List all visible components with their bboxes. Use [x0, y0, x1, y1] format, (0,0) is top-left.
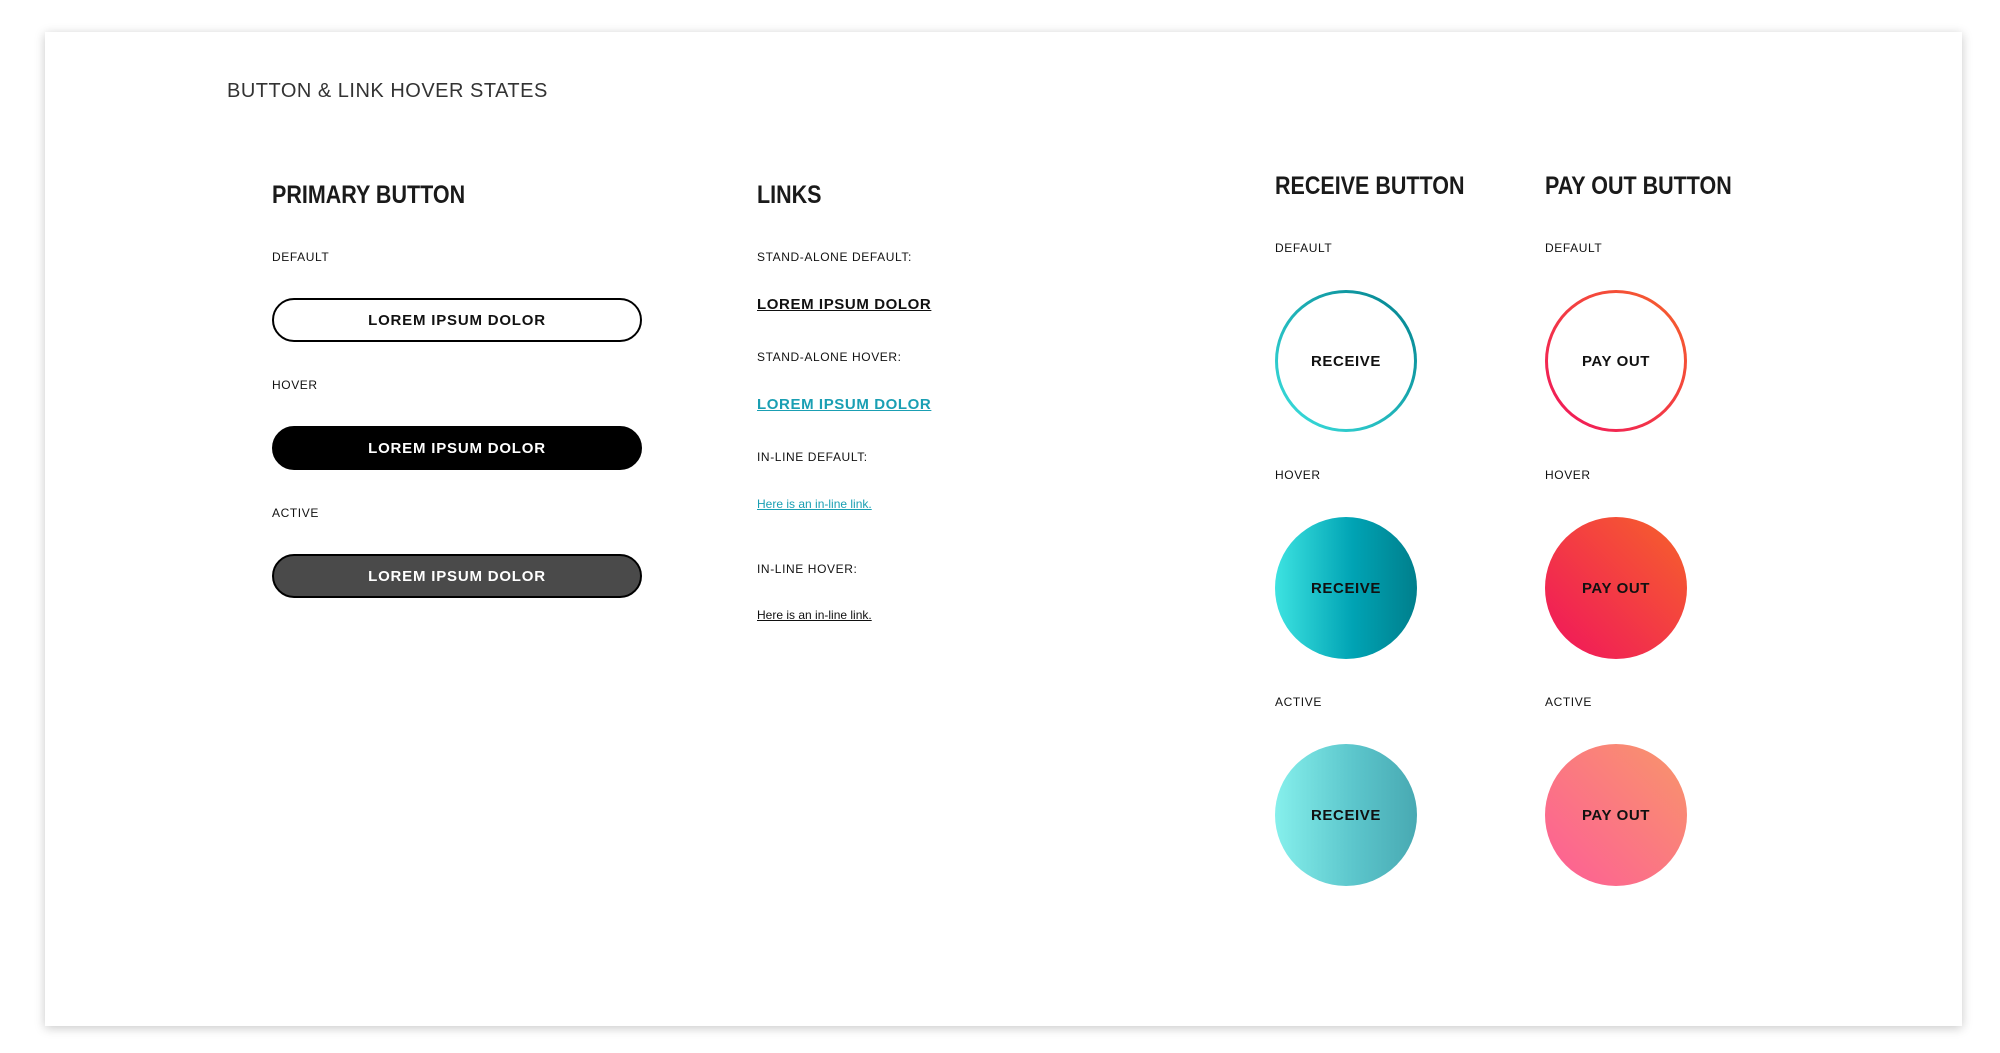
standalone-link-hover[interactable]: LOREM IPSUM DOLOR — [757, 396, 931, 413]
payout-hover-label: HOVER — [1545, 468, 1591, 482]
primary-active-label: ACTIVE — [272, 506, 319, 520]
primary-button-title: PRIMARY BUTTON — [272, 181, 466, 209]
receive-button-default[interactable]: RECEIVE — [1275, 290, 1417, 432]
page-title: BUTTON & LINK HOVER STATES — [227, 80, 548, 102]
receive-active-label: ACTIVE — [1275, 695, 1322, 709]
standalone-link-default[interactable]: LOREM IPSUM DOLOR — [757, 296, 931, 313]
links-title: LINKS — [757, 181, 822, 209]
inline-link-hover[interactable]: Here is an in-line link. — [757, 608, 872, 622]
receive-button-title: RECEIVE BUTTON — [1275, 172, 1465, 200]
primary-hover-label: HOVER — [272, 378, 318, 392]
payout-default-label: DEFAULT — [1545, 241, 1603, 255]
inline-hover-label: IN-LINE HOVER: — [757, 562, 858, 576]
receive-default-label: DEFAULT — [1275, 241, 1333, 255]
receive-button-hover[interactable]: RECEIVE — [1275, 517, 1417, 659]
primary-button-default[interactable]: LOREM IPSUM DOLOR — [272, 298, 642, 342]
receive-button-default-label: RECEIVE — [1278, 293, 1414, 429]
standalone-default-label: STAND-ALONE DEFAULT: — [757, 250, 912, 264]
inline-link-default[interactable]: Here is an in-line link. — [757, 497, 872, 511]
receive-hover-label: HOVER — [1275, 468, 1321, 482]
payout-button-default[interactable]: PAY OUT — [1545, 290, 1687, 432]
receive-button-active[interactable]: RECEIVE — [1275, 744, 1417, 886]
inline-default-label: IN-LINE DEFAULT: — [757, 450, 868, 464]
payout-button-hover[interactable]: PAY OUT — [1545, 517, 1687, 659]
payout-button-title: PAY OUT BUTTON — [1545, 172, 1732, 200]
primary-button-active[interactable]: LOREM IPSUM DOLOR — [272, 554, 642, 598]
payout-button-default-label: PAY OUT — [1548, 293, 1684, 429]
standalone-hover-label: STAND-ALONE HOVER: — [757, 350, 902, 364]
primary-default-label: DEFAULT — [272, 250, 330, 264]
primary-button-hover[interactable]: LOREM IPSUM DOLOR — [272, 426, 642, 470]
payout-active-label: ACTIVE — [1545, 695, 1592, 709]
payout-button-active[interactable]: PAY OUT — [1545, 744, 1687, 886]
